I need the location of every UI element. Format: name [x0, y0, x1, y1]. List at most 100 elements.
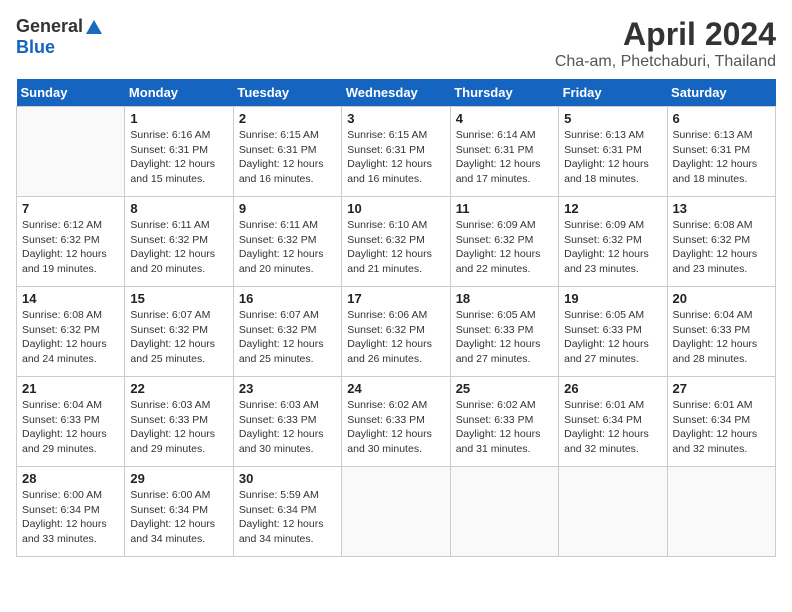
calendar-cell: 21 Sunrise: 6:04 AM Sunset: 6:33 PM Dayli… [17, 377, 125, 467]
day-info: Sunrise: 6:06 AM Sunset: 6:32 PM Dayligh… [347, 308, 444, 367]
logo: General Blue [16, 16, 104, 58]
week-row-2: 7Sunrise: 6:12 AM Sunset: 6:32 PM Daylig… [17, 197, 776, 287]
calendar-title: April 2024 [555, 16, 776, 53]
day-info: Sunrise: 6:08 AM Sunset: 6:32 PM Dayligh… [22, 308, 119, 367]
weekday-header-saturday: Saturday [667, 79, 775, 107]
calendar-cell: 6 Sunrise: 6:13 AM Sunset: 6:31 PM Daylig… [667, 107, 775, 197]
day-info: Sunrise: 6:02 AM Sunset: 6:33 PM Dayligh… [456, 398, 553, 457]
calendar-cell: 22Sunrise: 6:03 AM Sunset: 6:33 PM Dayli… [125, 377, 233, 467]
week-row-5: 28 Sunrise: 6:00 AM Sunset: 6:34 PM Dayli… [17, 467, 776, 557]
day-info: Sunrise: 6:11 AM Sunset: 6:32 PM Dayligh… [239, 218, 336, 277]
calendar-cell: 8Sunrise: 6:11 AM Sunset: 6:32 PM Daylig… [125, 197, 233, 287]
day-info: Sunrise: 6:04 AM Sunset: 6:33 PM Dayligh… [673, 308, 770, 367]
calendar-cell: 13Sunrise: 6:08 AM Sunset: 6:32 PM Dayli… [667, 197, 775, 287]
day-info: Sunrise: 6:07 AM Sunset: 6:32 PM Dayligh… [239, 308, 336, 367]
calendar-cell [559, 467, 667, 557]
day-number: 24 [347, 381, 444, 396]
week-row-3: 14Sunrise: 6:08 AM Sunset: 6:32 PM Dayli… [17, 287, 776, 377]
day-info: Sunrise: 6:09 AM Sunset: 6:32 PM Dayligh… [456, 218, 553, 277]
day-number: 26 [564, 381, 661, 396]
day-info: Sunrise: 6:12 AM Sunset: 6:32 PM Dayligh… [22, 218, 119, 277]
day-number: 19 [564, 291, 661, 306]
day-info: Sunrise: 6:15 AM Sunset: 6:31 PM Dayligh… [347, 128, 444, 187]
calendar-cell: 5 Sunrise: 6:13 AM Sunset: 6:31 PM Daylig… [559, 107, 667, 197]
day-number: 11 [456, 201, 553, 216]
day-info: Sunrise: 6:04 AM Sunset: 6:33 PM Dayligh… [22, 398, 119, 457]
day-info: Sunrise: 6:10 AM Sunset: 6:32 PM Dayligh… [347, 218, 444, 277]
weekday-header-wednesday: Wednesday [342, 79, 450, 107]
day-number: 2 [239, 111, 336, 126]
calendar-cell: 10 Sunrise: 6:10 AM Sunset: 6:32 PM Dayli… [342, 197, 450, 287]
day-info: Sunrise: 6:13 AM Sunset: 6:31 PM Dayligh… [673, 128, 770, 187]
weekday-header-sunday: Sunday [17, 79, 125, 107]
weekday-header-tuesday: Tuesday [233, 79, 341, 107]
day-info: Sunrise: 6:07 AM Sunset: 6:32 PM Dayligh… [130, 308, 227, 367]
day-info: Sunrise: 6:05 AM Sunset: 6:33 PM Dayligh… [564, 308, 661, 367]
calendar-cell: 15Sunrise: 6:07 AM Sunset: 6:32 PM Dayli… [125, 287, 233, 377]
calendar-cell: 28 Sunrise: 6:00 AM Sunset: 6:34 PM Dayli… [17, 467, 125, 557]
day-number: 18 [456, 291, 553, 306]
day-number: 28 [22, 471, 119, 486]
calendar-cell: 29 Sunrise: 6:00 AM Sunset: 6:34 PM Dayli… [125, 467, 233, 557]
day-number: 16 [239, 291, 336, 306]
day-number: 27 [673, 381, 770, 396]
calendar-cell: 16 Sunrise: 6:07 AM Sunset: 6:32 PM Dayli… [233, 287, 341, 377]
calendar-cell: 23Sunrise: 6:03 AM Sunset: 6:33 PM Dayli… [233, 377, 341, 467]
day-info: Sunrise: 6:00 AM Sunset: 6:34 PM Dayligh… [130, 488, 227, 547]
weekday-header-monday: Monday [125, 79, 233, 107]
day-info: Sunrise: 6:13 AM Sunset: 6:31 PM Dayligh… [564, 128, 661, 187]
day-number: 21 [22, 381, 119, 396]
calendar-cell: 19 Sunrise: 6:05 AM Sunset: 6:33 PM Dayli… [559, 287, 667, 377]
day-number: 3 [347, 111, 444, 126]
day-info: Sunrise: 6:11 AM Sunset: 6:32 PM Dayligh… [130, 218, 227, 277]
logo-blue: Blue [16, 37, 55, 57]
day-info: Sunrise: 5:59 AM Sunset: 6:34 PM Dayligh… [239, 488, 336, 547]
weekday-header-friday: Friday [559, 79, 667, 107]
day-number: 12 [564, 201, 661, 216]
day-number: 17 [347, 291, 444, 306]
title-block: April 2024 Cha-am, Phetchaburi, Thailand [555, 16, 776, 71]
day-number: 1 [130, 111, 227, 126]
calendar-cell: 25Sunrise: 6:02 AM Sunset: 6:33 PM Dayli… [450, 377, 558, 467]
calendar-cell [667, 467, 775, 557]
day-info: Sunrise: 6:09 AM Sunset: 6:32 PM Dayligh… [564, 218, 661, 277]
calendar-cell: 26 Sunrise: 6:01 AM Sunset: 6:34 PM Dayli… [559, 377, 667, 467]
logo-general: General [16, 16, 83, 37]
day-number: 5 [564, 111, 661, 126]
day-info: Sunrise: 6:16 AM Sunset: 6:31 PM Dayligh… [130, 128, 227, 187]
day-info: Sunrise: 6:15 AM Sunset: 6:31 PM Dayligh… [239, 128, 336, 187]
weekday-header-row: SundayMondayTuesdayWednesdayThursdayFrid… [17, 79, 776, 107]
calendar-cell: 30Sunrise: 5:59 AM Sunset: 6:34 PM Dayli… [233, 467, 341, 557]
day-number: 10 [347, 201, 444, 216]
calendar-cell: 4 Sunrise: 6:14 AM Sunset: 6:31 PM Daylig… [450, 107, 558, 197]
calendar-cell [342, 467, 450, 557]
calendar-cell: 18Sunrise: 6:05 AM Sunset: 6:33 PM Dayli… [450, 287, 558, 377]
day-number: 23 [239, 381, 336, 396]
calendar-cell [450, 467, 558, 557]
calendar-cell: 2 Sunrise: 6:15 AM Sunset: 6:31 PM Daylig… [233, 107, 341, 197]
week-row-4: 21 Sunrise: 6:04 AM Sunset: 6:33 PM Dayli… [17, 377, 776, 467]
day-number: 6 [673, 111, 770, 126]
calendar-cell [17, 107, 125, 197]
day-info: Sunrise: 6:00 AM Sunset: 6:34 PM Dayligh… [22, 488, 119, 547]
day-info: Sunrise: 6:14 AM Sunset: 6:31 PM Dayligh… [456, 128, 553, 187]
calendar-subtitle: Cha-am, Phetchaburi, Thailand [555, 53, 776, 71]
weekday-header-thursday: Thursday [450, 79, 558, 107]
day-info: Sunrise: 6:01 AM Sunset: 6:34 PM Dayligh… [673, 398, 770, 457]
day-number: 13 [673, 201, 770, 216]
calendar-cell: 3 Sunrise: 6:15 AM Sunset: 6:31 PM Daylig… [342, 107, 450, 197]
header: General Blue April 2024 Cha-am, Phetchab… [16, 16, 776, 71]
calendar-cell: 17 Sunrise: 6:06 AM Sunset: 6:32 PM Dayli… [342, 287, 450, 377]
day-number: 20 [673, 291, 770, 306]
week-row-1: 1 Sunrise: 6:16 AM Sunset: 6:31 PM Daylig… [17, 107, 776, 197]
calendar-cell: 9 Sunrise: 6:11 AM Sunset: 6:32 PM Daylig… [233, 197, 341, 287]
day-info: Sunrise: 6:01 AM Sunset: 6:34 PM Dayligh… [564, 398, 661, 457]
calendar-cell: 14Sunrise: 6:08 AM Sunset: 6:32 PM Dayli… [17, 287, 125, 377]
day-number: 9 [239, 201, 336, 216]
calendar-cell: 12 Sunrise: 6:09 AM Sunset: 6:32 PM Dayli… [559, 197, 667, 287]
day-number: 4 [456, 111, 553, 126]
day-number: 29 [130, 471, 227, 486]
calendar-cell: 27 Sunrise: 6:01 AM Sunset: 6:34 PM Dayli… [667, 377, 775, 467]
calendar-cell: 20 Sunrise: 6:04 AM Sunset: 6:33 PM Dayli… [667, 287, 775, 377]
day-info: Sunrise: 6:02 AM Sunset: 6:33 PM Dayligh… [347, 398, 444, 457]
